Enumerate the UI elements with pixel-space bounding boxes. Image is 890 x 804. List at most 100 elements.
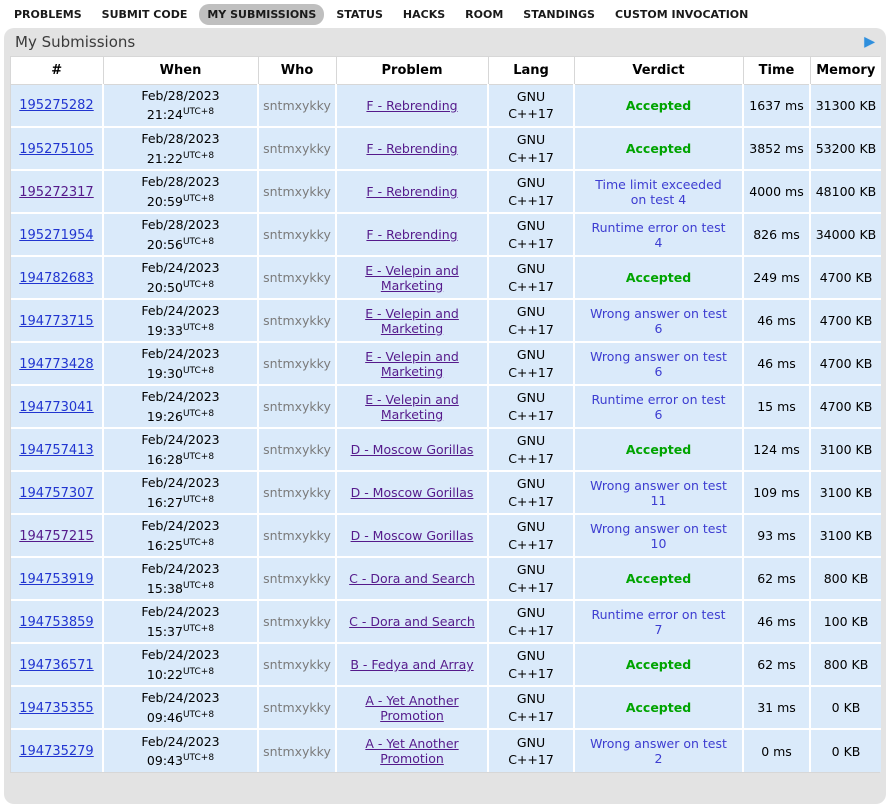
submission-memory-cell: 4700 KB	[810, 256, 881, 299]
submission-id-cell: 194773428	[11, 342, 103, 385]
submission-id-link[interactable]: 195275282	[19, 98, 93, 113]
memory-usage: 48100 KB	[816, 184, 877, 199]
submission-id-link[interactable]: 195272317	[19, 185, 93, 200]
submission-problem-cell: E - Velepin and Marketing	[336, 385, 488, 428]
execution-time: 3852 ms	[749, 141, 803, 156]
submission-problem-cell: A - Yet Another Promotion	[336, 729, 488, 772]
problem-link[interactable]: D - Moscow Gorillas	[351, 442, 474, 457]
language-label: GNU C++17	[508, 648, 554, 681]
problem-link[interactable]: E - Velepin and Marketing	[365, 263, 459, 293]
submission-id-link[interactable]: 194757307	[19, 486, 93, 501]
problem-link[interactable]: F - Rebrending	[366, 184, 457, 199]
nav-item-room[interactable]: ROOM	[457, 4, 511, 25]
submission-verdict-cell: Accepted	[574, 686, 743, 729]
submission-id-link[interactable]: 194736571	[19, 658, 93, 673]
submission-when-cell: Feb/24/2023 16:27UTC+8	[103, 471, 258, 514]
timezone-label: UTC+8	[183, 150, 214, 160]
verdict-text: Accepted	[622, 270, 695, 285]
user-handle-link[interactable]: sntmxykky	[263, 442, 331, 457]
nav-item-hacks[interactable]: HACKS	[395, 4, 453, 25]
problem-link[interactable]: F - Rebrending	[366, 141, 457, 156]
submission-when: Feb/28/2023 21:22UTC+8	[108, 129, 253, 168]
user-handle-link[interactable]: sntmxykky	[263, 399, 331, 414]
submission-id-link[interactable]: 194757413	[19, 443, 93, 458]
user-handle-link[interactable]: sntmxykky	[263, 614, 331, 629]
submission-id-link[interactable]: 195275105	[19, 142, 93, 157]
user-handle-link[interactable]: sntmxykky	[263, 313, 331, 328]
submission-when: Feb/28/2023 21:24UTC+8	[108, 86, 253, 125]
submission-problem-cell: E - Velepin and Marketing	[336, 342, 488, 385]
submission-id-link[interactable]: 194773041	[19, 400, 93, 415]
problem-link[interactable]: E - Velepin and Marketing	[365, 349, 459, 379]
user-handle-link[interactable]: sntmxykky	[263, 184, 331, 199]
submission-date: Feb/24/2023	[108, 473, 253, 492]
submission-id-link[interactable]: 194773428	[19, 357, 93, 372]
submission-when: Feb/28/2023 20:56UTC+8	[108, 215, 253, 254]
problem-link[interactable]: A - Yet Another Promotion	[365, 693, 458, 723]
submission-id-link[interactable]: 194773715	[19, 314, 93, 329]
user-handle-link[interactable]: sntmxykky	[263, 485, 331, 500]
user-handle-link[interactable]: sntmxykky	[263, 141, 331, 156]
problem-link[interactable]: C - Dora and Search	[349, 614, 475, 629]
user-handle-link[interactable]: sntmxykky	[263, 98, 331, 113]
user-handle-link[interactable]: sntmxykky	[263, 528, 331, 543]
submission-when-cell: Feb/24/2023 16:28UTC+8	[103, 428, 258, 471]
verdict-text: Accepted	[622, 700, 695, 715]
user-handle-link[interactable]: sntmxykky	[263, 356, 331, 371]
submission-time: 16:25UTC+8	[108, 536, 253, 555]
nav-item-my-submissions[interactable]: MY SUBMISSIONS	[199, 4, 324, 25]
submission-problem-cell: F - Rebrending	[336, 84, 488, 127]
timezone-label: UTC+8	[183, 107, 214, 117]
submission-verdict-cell: Wrong answer on test 6	[574, 342, 743, 385]
user-handle-link[interactable]: sntmxykky	[263, 744, 331, 759]
user-handle-link[interactable]: sntmxykky	[263, 700, 331, 715]
submission-id-link[interactable]: 194735279	[19, 744, 93, 759]
user-handle-link[interactable]: sntmxykky	[263, 657, 331, 672]
submission-row: 194773715 Feb/24/2023 19:33UTC+8 sntmxyk…	[11, 299, 881, 342]
nav-item-status[interactable]: STATUS	[328, 4, 391, 25]
submission-time-cell: 46 ms	[743, 600, 810, 643]
problem-link[interactable]: C - Dora and Search	[349, 571, 475, 586]
expand-arrow-icon[interactable]: ▶	[864, 35, 875, 49]
submission-when-cell: Feb/24/2023 19:26UTC+8	[103, 385, 258, 428]
submission-verdict-cell: Runtime error on test 6	[574, 385, 743, 428]
user-handle-link[interactable]: sntmxykky	[263, 571, 331, 586]
submission-date: Feb/28/2023	[108, 172, 253, 191]
submissions-table: #WhenWhoProblemLangVerdictTimeMemory 195…	[11, 57, 881, 772]
language-label: GNU C++17	[508, 304, 554, 337]
submission-id-link[interactable]: 194753859	[19, 615, 93, 630]
nav-item-submit-code[interactable]: SUBMIT CODE	[94, 4, 196, 25]
nav-item-problems[interactable]: PROBLEMS	[6, 4, 90, 25]
submission-time-cell: 0 ms	[743, 729, 810, 772]
user-handle-link[interactable]: sntmxykky	[263, 270, 331, 285]
problem-link[interactable]: E - Velepin and Marketing	[365, 306, 459, 336]
submission-id-link[interactable]: 194757215	[19, 529, 93, 544]
submission-when-cell: Feb/28/2023 20:56UTC+8	[103, 213, 258, 256]
user-handle-link[interactable]: sntmxykky	[263, 227, 331, 242]
submission-id-link[interactable]: 194753919	[19, 572, 93, 587]
submission-memory-cell: 0 KB	[810, 686, 881, 729]
submission-id-link[interactable]: 194735355	[19, 701, 93, 716]
nav-item-custom-invocation[interactable]: CUSTOM INVOCATION	[607, 4, 756, 25]
submission-verdict-cell: Accepted	[574, 84, 743, 127]
submission-who-cell: sntmxykky	[258, 600, 336, 643]
submission-verdict-cell: Wrong answer on test 6	[574, 299, 743, 342]
submission-id-link[interactable]: 195271954	[19, 228, 93, 243]
problem-link[interactable]: D - Moscow Gorillas	[351, 528, 474, 543]
submission-problem-cell: D - Moscow Gorillas	[336, 514, 488, 557]
submissions-table-panel: #WhenWhoProblemLangVerdictTimeMemory 195…	[10, 56, 880, 773]
submission-date: Feb/24/2023	[108, 559, 253, 578]
problem-link[interactable]: E - Velepin and Marketing	[365, 392, 459, 422]
problem-link[interactable]: A - Yet Another Promotion	[365, 736, 458, 766]
submission-id-link[interactable]: 194782683	[19, 271, 93, 286]
submission-when-cell: Feb/24/2023 19:30UTC+8	[103, 342, 258, 385]
problem-link[interactable]: F - Rebrending	[366, 227, 457, 242]
problem-link[interactable]: D - Moscow Gorillas	[351, 485, 474, 500]
problem-link[interactable]: B - Fedya and Array	[350, 657, 473, 672]
nav-item-standings[interactable]: STANDINGS	[515, 4, 603, 25]
submission-verdict-cell: Accepted	[574, 256, 743, 299]
verdict-text: Runtime error on test 4	[583, 220, 734, 250]
submission-time-cell: 93 ms	[743, 514, 810, 557]
submission-verdict-cell: Accepted	[574, 557, 743, 600]
problem-link[interactable]: F - Rebrending	[366, 98, 457, 113]
